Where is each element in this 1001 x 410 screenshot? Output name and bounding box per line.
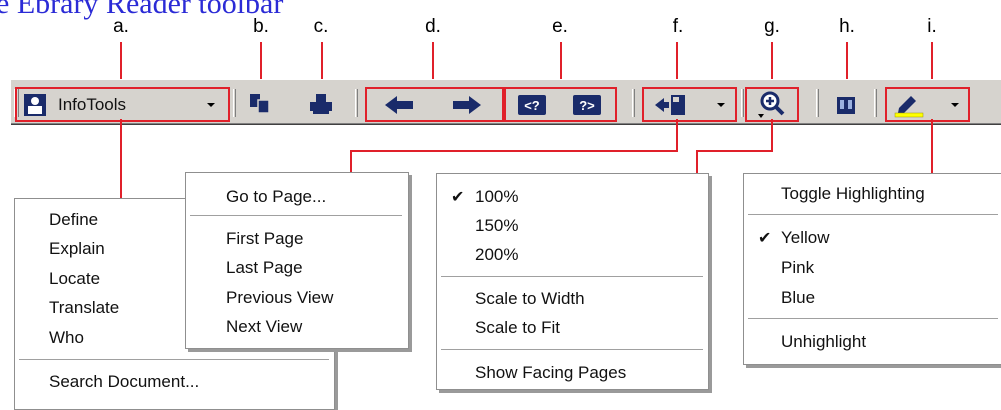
menu-separator: [441, 349, 703, 350]
reader-toolbar: InfoTools <? ?>: [11, 79, 1001, 124]
callout-e: e.: [552, 16, 568, 37]
menu-item-search-document[interactable]: Search Document...: [49, 372, 199, 392]
callout-g: g.: [764, 16, 780, 37]
back-button[interactable]: [371, 91, 427, 119]
print-icon: [310, 94, 332, 114]
go-to-page-menu: Go to Page... First Page Last Page Previ…: [185, 172, 409, 349]
menu-item-next-view[interactable]: Next View: [226, 317, 302, 337]
menu-item-pink[interactable]: Pink: [781, 258, 814, 278]
menu-item-yellow[interactable]: Yellow: [781, 228, 830, 248]
svg-text:<?: <?: [524, 98, 540, 113]
callout-d: d.: [425, 16, 441, 37]
menu-item-last-page[interactable]: Last Page: [226, 258, 303, 278]
menu-item-zoom-150[interactable]: 150%: [475, 216, 518, 236]
toolbar-separator: [233, 89, 236, 117]
toolbar-separator: [632, 89, 635, 117]
chevron-down-icon: [207, 103, 215, 107]
forward-button[interactable]: [439, 91, 495, 119]
check-icon: ✔: [758, 230, 772, 247]
highlight-button[interactable]: [889, 90, 966, 119]
check-icon: ✔: [451, 189, 465, 206]
copy-button[interactable]: [245, 90, 275, 118]
infotools-label: InfoTools: [58, 94, 127, 114]
menu-separator: [748, 214, 998, 215]
menu-item-scale-to-fit[interactable]: Scale to Fit: [475, 318, 560, 338]
chevron-down-icon: [717, 103, 725, 107]
menu-item-translate[interactable]: Translate: [49, 298, 119, 318]
menu-item-first-page[interactable]: First Page: [226, 229, 303, 249]
go-to-page-button[interactable]: [647, 90, 732, 119]
svg-text:?>: ?>: [579, 98, 595, 113]
next-search-icon: ?>: [573, 95, 601, 115]
toolbar-separator: [355, 89, 358, 117]
print-button[interactable]: [305, 90, 337, 118]
zoom-menu: ✔ 100% 150% 200% Scale to Width Scale to…: [436, 173, 709, 390]
menu-separator: [441, 276, 703, 277]
callout-c: c.: [313, 16, 329, 37]
menu-item-scale-to-width[interactable]: Scale to Width: [475, 289, 585, 309]
connector-navigation: [676, 119, 678, 152]
menu-item-show-facing-pages[interactable]: Show Facing Pages: [475, 363, 626, 383]
infotools-button[interactable]: InfoTools: [18, 90, 226, 119]
toolbar-separator: [874, 89, 877, 117]
menu-item-go-to-page[interactable]: Go to Page...: [226, 187, 326, 207]
zoom-icon: [758, 91, 785, 118]
next-hit-button[interactable]: ?>: [565, 91, 609, 119]
prev-search-icon: <?: [518, 95, 546, 115]
callout-h: h.: [839, 16, 855, 37]
connector-highlight: [931, 119, 933, 175]
connector-infotools: [120, 119, 122, 205]
go-to-page-icon: [655, 94, 685, 115]
menu-item-locate[interactable]: Locate: [49, 269, 100, 289]
menu-separator: [748, 318, 998, 319]
menu-item-who[interactable]: Who: [49, 328, 84, 348]
highlight-icon: [894, 95, 924, 117]
callout-f: f.: [672, 16, 684, 37]
menu-separator: [190, 215, 402, 216]
menu-separator: [19, 359, 329, 360]
previous-hit-button[interactable]: <?: [510, 91, 554, 119]
page-title: e Ebrary Reader toolbar: [0, 0, 284, 20]
menu-item-unhighlight[interactable]: Unhighlight: [781, 332, 866, 352]
bookshelf-icon: [837, 96, 855, 114]
menu-item-zoom-100[interactable]: 100%: [475, 187, 518, 207]
connector-navigation: [350, 150, 678, 152]
forward-arrow-icon: [453, 96, 481, 114]
toolbar-separator: [741, 89, 744, 117]
menu-item-blue[interactable]: Blue: [781, 288, 815, 308]
chevron-down-icon: [951, 103, 959, 107]
zoom-button[interactable]: [749, 90, 795, 119]
infotools-icon: [24, 93, 46, 116]
menu-item-define[interactable]: Define: [49, 210, 98, 230]
back-arrow-icon: [385, 96, 413, 114]
toolbar-separator: [816, 89, 819, 117]
callout-i: i.: [927, 16, 937, 37]
menu-item-zoom-200[interactable]: 200%: [475, 245, 518, 265]
connector-zoom: [696, 150, 773, 152]
bookshelf-button[interactable]: [831, 90, 861, 119]
callout-a: a.: [113, 16, 129, 37]
highlight-menu: Toggle Highlighting ✔ Yellow Pink Blue U…: [743, 173, 1001, 365]
copy-icon: [250, 94, 270, 114]
menu-item-explain[interactable]: Explain: [49, 239, 105, 259]
menu-item-previous-view[interactable]: Previous View: [226, 288, 333, 308]
callout-b: b.: [253, 16, 269, 37]
connector-zoom: [696, 150, 698, 175]
connector-zoom: [771, 119, 773, 152]
menu-item-toggle-highlighting[interactable]: Toggle Highlighting: [781, 184, 925, 204]
